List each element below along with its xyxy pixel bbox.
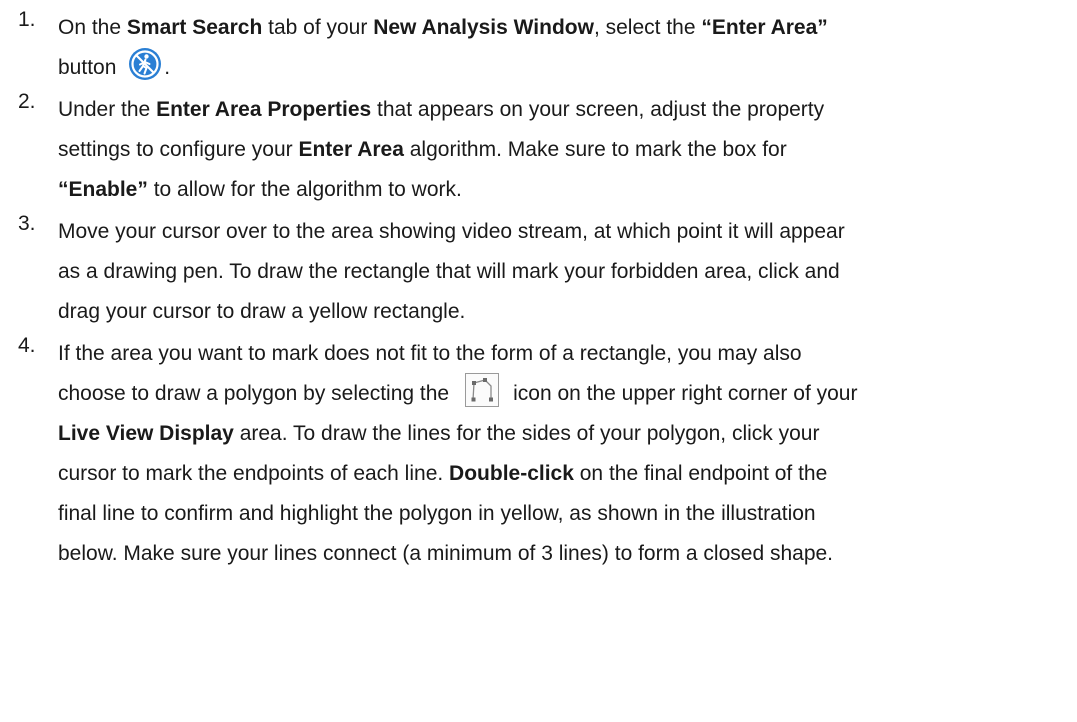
- text-run: If the area you want to mark does not fi…: [58, 342, 802, 365]
- polygon-tool-icon: [465, 373, 500, 408]
- text-run: choose to draw a polygon by selecting th…: [58, 382, 450, 405]
- text-run: tab of your: [262, 16, 374, 39]
- text-run: on the final endpoint of the: [573, 462, 828, 485]
- text-run: icon on the upper right corner of your: [513, 382, 858, 405]
- bold-term: Enter Area Properties: [156, 98, 372, 121]
- bold-term: “Enable”: [58, 178, 148, 201]
- bold-term: Double-click: [449, 462, 574, 485]
- step-text-line: On the Smart Search tab of your New Anal…: [58, 8, 1077, 48]
- step-number: 1.: [18, 8, 36, 31]
- step-number: 2.: [18, 90, 36, 113]
- step-list: 1. On the Smart Search tab of your New An…: [0, 8, 1077, 574]
- step-text-line: Live View Display area. To draw the line…: [58, 414, 1077, 454]
- step-2: 2. Under the Enter Area Properties that a…: [0, 90, 1077, 210]
- text-run: drag your cursor to draw a yellow rectan…: [58, 300, 466, 323]
- step-text-line: Move your cursor over to the area showin…: [58, 212, 1077, 252]
- text-run: Under the: [58, 98, 157, 121]
- text-run: that appears on your screen, adjust the …: [371, 98, 825, 121]
- step-text-line: choose to draw a polygon by selecting th…: [58, 373, 1077, 414]
- text-run: to allow for the algorithm to work.: [147, 178, 462, 201]
- text-run: settings to configure your: [58, 138, 299, 161]
- step-number: 3.: [18, 212, 36, 235]
- step-text-line: as a drawing pen. To draw the rectangle …: [58, 252, 1077, 292]
- text-run: cursor to mark the endpoints of each lin…: [58, 462, 450, 485]
- text-run: button: [58, 56, 123, 79]
- step-text-line: settings to configure your Enter Area al…: [58, 130, 1077, 170]
- enter-area-icon: [128, 47, 162, 81]
- text-run: .: [164, 56, 171, 79]
- text-run: , select the: [593, 16, 702, 39]
- step-number: 4.: [18, 334, 36, 357]
- step-text-line: If the area you want to mark does not fi…: [58, 334, 1077, 374]
- text-run: On the: [58, 16, 127, 39]
- step-text-line: “Enable” to allow for the algorithm to w…: [58, 170, 1077, 210]
- bold-term: Live View Display: [58, 422, 234, 445]
- bold-term: Smart Search: [126, 16, 263, 39]
- text-run: area. To draw the lines for the sides of…: [233, 422, 820, 445]
- bold-term: New Analysis Window: [373, 16, 594, 39]
- bold-term: “Enter Area”: [701, 16, 828, 39]
- step-3: 3. Move your cursor over to the area show…: [0, 212, 1077, 332]
- text-run: as a drawing pen. To draw the rectangle …: [58, 260, 840, 283]
- step-text-line: button .: [58, 48, 1077, 88]
- step-text-line: final line to confirm and highlight the …: [58, 494, 1077, 534]
- step-4: 4. If the area you want to mark does not …: [0, 334, 1077, 574]
- text-run: Move your cursor over to the area showin…: [58, 220, 845, 243]
- text-run: algorithm. Make sure to mark the box for: [403, 138, 787, 161]
- step-text-line: drag your cursor to draw a yellow rectan…: [58, 292, 1077, 332]
- text-run: final line to confirm and highlight the …: [58, 502, 816, 525]
- text-run: below. Make sure your lines connect (a m…: [58, 542, 834, 565]
- step-text-line: below. Make sure your lines connect (a m…: [58, 534, 1077, 574]
- step-text-line: Under the Enter Area Properties that app…: [58, 90, 1077, 130]
- instruction-document: 1. On the Smart Search tab of your New An…: [0, 0, 1077, 722]
- step-1: 1. On the Smart Search tab of your New An…: [0, 8, 1077, 88]
- step-text-line: cursor to mark the endpoints of each lin…: [58, 454, 1077, 494]
- bold-term: Enter Area: [298, 138, 404, 161]
